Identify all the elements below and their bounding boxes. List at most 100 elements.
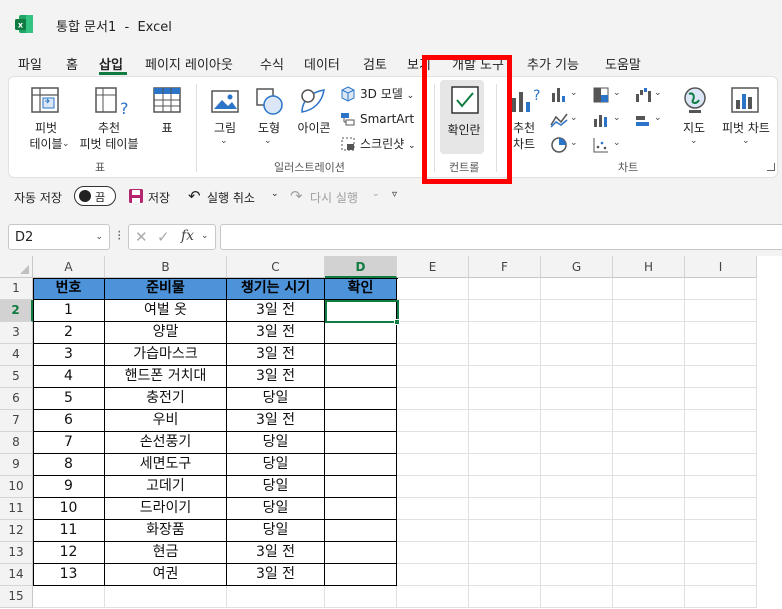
row-header-14[interactable]: 14 [0,564,33,586]
table-cell[interactable] [613,586,685,608]
table-header-cell[interactable]: 준비물 [105,278,227,300]
table-cell[interactable]: 현금 [105,542,227,564]
table-cell[interactable]: 양말 [105,322,227,344]
table-cell[interactable] [541,454,613,476]
table-cell[interactable] [613,432,685,454]
table-cell[interactable] [541,564,613,586]
table-cell[interactable] [613,410,685,432]
table-cell[interactable] [397,586,469,608]
table-cell[interactable] [397,300,469,322]
row-header-9[interactable]: 9 [0,454,33,476]
table-cell[interactable]: 3일 전 [227,564,325,586]
table-cell[interactable] [397,454,469,476]
column-header-c[interactable]: C [227,256,325,278]
table-cell[interactable] [685,366,757,388]
table-cell[interactable] [541,344,613,366]
table-cell[interactable] [613,476,685,498]
table-cell[interactable] [469,498,541,520]
chevron-down-icon[interactable]: ⌄ [271,189,279,199]
table-cell[interactable] [325,388,397,410]
table-cell[interactable] [541,586,613,608]
fill-handle[interactable] [394,319,400,325]
table-cell[interactable] [613,520,685,542]
table-cell[interactable] [469,322,541,344]
tab-formulas[interactable]: 수식 [260,54,284,73]
table-cell[interactable]: 9 [33,476,105,498]
table-header-cell[interactable]: 챙기는 시기 [227,278,325,300]
table-cell[interactable]: 6 [33,410,105,432]
table-cell[interactable] [325,432,397,454]
table-cell[interactable]: 3일 전 [227,344,325,366]
undo-button[interactable]: 실행 취소 [207,189,255,206]
table-cell[interactable]: 가습마스크 [105,344,227,366]
table-cell[interactable]: 10 [33,498,105,520]
chevron-down-icon[interactable]: ⌄ [372,189,380,199]
table-cell[interactable]: 우비 [105,410,227,432]
row-header-3[interactable]: 3 [0,322,33,344]
table-cell[interactable] [541,278,613,300]
table-cell[interactable] [613,388,685,410]
table-cell[interactable]: 3일 전 [227,300,325,322]
enter-icon[interactable]: ✓ [157,228,170,246]
row-header-4[interactable]: 4 [0,344,33,366]
3d-model-button[interactable]: 3D 모델 ⌄ [360,86,414,104]
table-cell[interactable] [33,586,105,608]
table-cell[interactable]: 당일 [227,476,325,498]
tab-help[interactable]: 도움말 [605,54,641,73]
cancel-icon[interactable]: ✕ [135,228,148,246]
table-cell[interactable]: 13 [33,564,105,586]
table-cell[interactable] [685,344,757,366]
save-button[interactable]: 저장 [148,189,170,206]
column-header-g[interactable]: G [541,256,613,278]
table-cell[interactable] [685,300,757,322]
table-cell[interactable]: 1 [33,300,105,322]
table-cell[interactable] [541,388,613,410]
chevron-down-icon[interactable]: ⌄ [201,231,209,241]
row-header-15[interactable]: 15 [0,586,33,608]
table-cell[interactable] [541,498,613,520]
table-cell[interactable]: 당일 [227,498,325,520]
table-cell[interactable]: 손선풍기 [105,432,227,454]
table-cell[interactable] [469,564,541,586]
tab-review[interactable]: 검토 [363,54,387,73]
table-cell[interactable]: 5 [33,388,105,410]
table-cell[interactable] [469,300,541,322]
shapes-button[interactable]: 도형 [254,120,284,136]
row-header-6[interactable]: 6 [0,388,33,410]
column-header-b[interactable]: B [105,256,227,278]
table-cell[interactable] [541,520,613,542]
table-cell[interactable] [685,476,757,498]
recommended-pivot-button[interactable]: 추천 피벗 테이블 [76,120,142,152]
customize-qat-icon[interactable]: ▿ [392,189,397,200]
column-header-i[interactable]: I [685,256,757,278]
table-cell[interactable] [325,366,397,388]
row-header-13[interactable]: 13 [0,542,33,564]
table-cell[interactable] [685,586,757,608]
formula-input[interactable] [220,224,782,250]
row-header-10[interactable]: 10 [0,476,33,498]
table-cell[interactable] [613,498,685,520]
table-cell[interactable]: 3일 전 [227,542,325,564]
row-header-8[interactable]: 8 [0,432,33,454]
more-options-icon[interactable]: ⁝ [117,228,121,244]
table-cell[interactable] [613,454,685,476]
tab-home[interactable]: 홈 [66,54,78,73]
table-cell[interactable] [469,454,541,476]
select-all-button[interactable] [0,256,33,278]
row-header-2[interactable]: 2 [0,300,33,322]
table-cell[interactable] [397,520,469,542]
autosave-toggle[interactable]: 끔 [74,186,116,206]
table-cell[interactable]: 화장품 [105,520,227,542]
table-cell[interactable] [397,366,469,388]
table-cell[interactable]: 당일 [227,454,325,476]
table-cell[interactable] [469,476,541,498]
table-cell[interactable] [685,432,757,454]
column-header-f[interactable]: F [469,256,541,278]
table-cell[interactable] [685,410,757,432]
column-header-d[interactable]: D [325,256,397,278]
table-cell[interactable] [325,476,397,498]
maps-button[interactable]: 지도 [676,120,712,136]
table-cell[interactable] [397,564,469,586]
table-cell[interactable]: 핸드폰 거치대 [105,366,227,388]
table-cell[interactable]: 당일 [227,432,325,454]
